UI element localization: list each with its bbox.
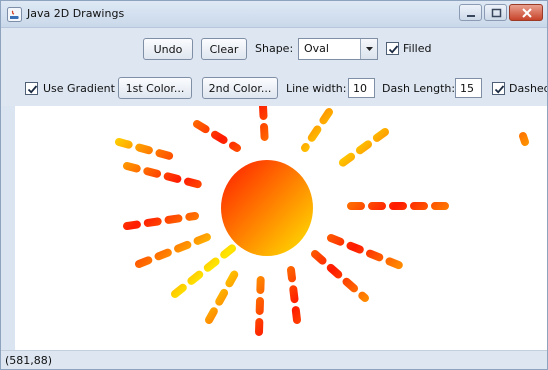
minimize-icon	[467, 15, 475, 17]
title-bar[interactable]: Java 2D Drawings	[1, 1, 547, 28]
minimize-button[interactable]	[459, 4, 482, 21]
close-button[interactable]	[509, 4, 543, 21]
checkmark-icon	[388, 45, 399, 54]
status-bar: (581,88)	[1, 350, 547, 369]
maximize-icon	[491, 8, 502, 18]
toolbar-top: Undo Clear Shape: Oval Filled	[1, 28, 547, 70]
shape-selected-value: Oval	[304, 42, 329, 55]
dashed-label: Dashed	[509, 82, 548, 95]
first-color-button[interactable]: 1st Color...	[118, 77, 192, 99]
java-app-icon	[7, 7, 22, 22]
close-icon	[522, 8, 532, 18]
shape-label: Shape:	[255, 42, 294, 55]
sun-circle	[221, 160, 313, 256]
line-width-field[interactable]: 10	[348, 78, 375, 98]
filled-checkbox[interactable]	[386, 42, 399, 55]
toolbar-bottom: Use Gradient 1st Color... 2nd Color... L…	[1, 70, 547, 106]
second-color-button[interactable]: 2nd Color...	[202, 77, 278, 99]
dash-length-label: Dash Length:	[382, 82, 456, 95]
line-width-label: Line width:	[286, 82, 347, 95]
checkmark-icon	[27, 85, 38, 94]
filled-label: Filled	[403, 42, 432, 55]
dropdown-arrow-icon[interactable]	[360, 39, 377, 59]
undo-button[interactable]: Undo	[143, 38, 193, 60]
sun-drawing	[115, 106, 529, 336]
drawing-canvas[interactable]	[15, 106, 547, 350]
app-window: Java 2D Drawings Undo Clear Shape: Oval …	[0, 0, 548, 370]
shape-select[interactable]: Oval	[298, 38, 378, 60]
use-gradient-label: Use Gradient	[43, 82, 115, 95]
use-gradient-checkbox[interactable]	[25, 82, 38, 95]
sun-rays	[115, 106, 529, 336]
dashed-checkbox[interactable]	[492, 82, 505, 95]
clear-button[interactable]: Clear	[201, 38, 247, 60]
checkmark-icon	[494, 85, 505, 94]
cursor-coordinates: (581,88)	[5, 354, 53, 367]
window-controls	[457, 4, 543, 23]
window-title: Java 2D Drawings	[27, 7, 125, 20]
maximize-button[interactable]	[484, 4, 507, 21]
dash-length-field[interactable]: 15	[455, 78, 482, 98]
